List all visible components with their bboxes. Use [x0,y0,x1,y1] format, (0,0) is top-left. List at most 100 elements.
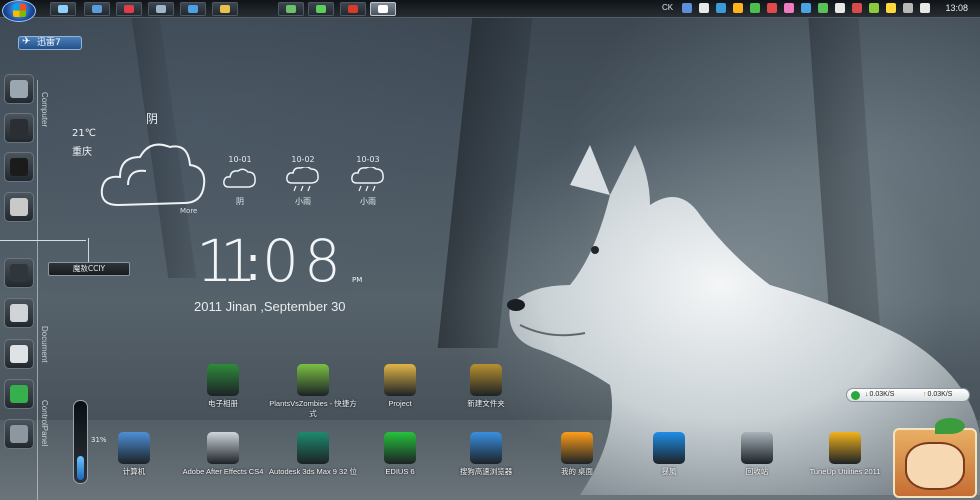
forecast-date: 10-02 [291,155,315,164]
browser-icon [286,5,296,13]
forecast-condition: 小雨 [295,197,311,206]
dock-item[interactable] [4,152,34,182]
forecast-day: 10-01 阴 [215,155,265,207]
dock-item[interactable] [4,192,34,222]
taskbar-button[interactable] [84,2,110,16]
desktop-icon-label: Adobe After Effects CS4 [182,467,264,476]
desktop-icon[interactable]: 新建文件夹 [441,364,531,409]
dock-item[interactable] [4,339,34,369]
tray-icon[interactable] [750,3,760,13]
tray-icon[interactable] [767,3,777,13]
tray-icon[interactable] [801,3,811,13]
sogou-browser-icon [470,432,502,464]
upload-speed: 0.03K/S [923,391,953,398]
desktop-icon[interactable]: 搜狗高速浏览器 [441,432,531,477]
camera-icon [10,264,28,282]
video-chat-icon [10,119,28,137]
taskbar-button[interactable] [148,2,174,16]
taskbar-button[interactable] [278,2,304,16]
tray-icon[interactable] [716,3,726,13]
volume-slider[interactable] [73,400,88,484]
tray-icon[interactable] [682,3,692,13]
taskbar-button[interactable] [180,2,206,16]
taskbar-button[interactable] [116,2,142,16]
desktop-icon[interactable]: PlantsVsZombies - 快捷方式 [268,364,358,419]
window-icon [156,5,166,13]
dock-item[interactable] [4,419,34,449]
desktop-icon[interactable]: 电子相册 [178,364,268,409]
desktop-icon[interactable]: 暴風 [624,432,714,477]
desktop-icon[interactable]: Project [355,364,445,409]
taskbar-clock[interactable]: 13:08 [945,3,968,13]
desktop-icon[interactable]: Adobe After Effects CS4 [178,432,268,477]
start-button[interactable] [2,0,36,22]
desktop-icon-label: EDIUS 6 [385,467,415,476]
dock-section-computer: Computer [40,92,49,128]
desktop-icon-label: 回收站 [745,467,769,476]
desktop-icon-label: 搜狗高速浏览器 [459,467,513,476]
dock-item[interactable] [4,258,34,288]
monitor-icon [10,385,28,403]
media-player-icon [58,5,68,13]
tray-icon[interactable] [852,3,862,13]
language-indicator[interactable]: CK [662,3,673,12]
desktop-icon-label: PlantsVsZombies - 快捷方式 [269,399,357,418]
cartoon-face [905,442,965,490]
forecast-condition: 小雨 [360,197,376,206]
desktop-icon[interactable]: 我的 桌面 [532,432,622,477]
desktop-icon-label: Autodesk 3ds Max 9 32 位 [269,467,357,476]
taskbar-button[interactable] [212,2,238,16]
my-desktop-icon [561,432,593,464]
desktop-icon-label: 新建文件夹 [467,399,505,408]
dock-item[interactable] [4,298,34,328]
sogou-browser-icon [378,5,388,13]
network-speed-widget[interactable]: 0.03K/S 0.03K/S [846,388,970,402]
desktop-icon-label: 暴風 [661,467,677,476]
desktop-icon[interactable]: EDIUS 6 [355,432,445,477]
taskbar-button[interactable] [50,2,76,16]
volume-level [77,455,84,480]
cloud-icon [100,143,206,207]
cartoon-widget[interactable] [893,418,977,498]
tray-icon[interactable] [835,3,845,13]
taskbar-button[interactable] [370,2,396,16]
taskbar-button[interactable] [340,2,366,16]
tray-icon[interactable] [886,3,896,13]
contacts-icon [10,345,28,363]
tray-icon[interactable] [699,3,709,13]
edius-icon [384,432,416,464]
weather-city: 重庆 [72,147,92,158]
dock-item[interactable] [4,113,34,143]
desktop-icon[interactable]: 计算机 [89,432,179,477]
desktop-icon[interactable]: TuneUp Utilities 2011 [800,432,890,477]
desktop-icon[interactable]: Autodesk 3ds Max 9 32 位 [268,432,358,477]
network-icon [851,391,860,400]
clock-date: 2011 Jinan ,September 30 [194,299,346,314]
windows-logo-icon [13,4,26,17]
desktop-icon-label: 电子相册 [208,399,238,408]
photo-album-icon [207,364,239,396]
cloud-icon [223,168,256,188]
recycle-bin-icon [741,432,773,464]
taskbar-button[interactable] [308,2,334,16]
tray-icon[interactable] [903,3,913,13]
weather-today-condition: 阴 [146,112,159,126]
folder-icon [384,364,416,396]
tray-icon[interactable] [784,3,794,13]
clock-minute-digit: 0 [262,227,299,295]
tray-icon[interactable] [733,3,743,13]
clock-colon: : [245,236,262,292]
edit-icon [316,5,326,13]
dock-item[interactable] [4,379,34,409]
tray-icon[interactable] [920,3,930,13]
desktop-icon[interactable]: 回收站 [712,432,802,477]
powerpoint-icon [10,158,28,176]
system-prefs-icon [10,425,28,443]
dock-item[interactable] [4,74,34,104]
xunlei-button[interactable]: 迅雷7 [18,36,82,50]
3ds-max-icon [297,432,329,464]
tray-icon[interactable] [818,3,828,13]
desktop-icon-label: Project [388,399,412,408]
tray-icon[interactable] [869,3,879,13]
weather-more-link[interactable]: More [180,207,197,215]
